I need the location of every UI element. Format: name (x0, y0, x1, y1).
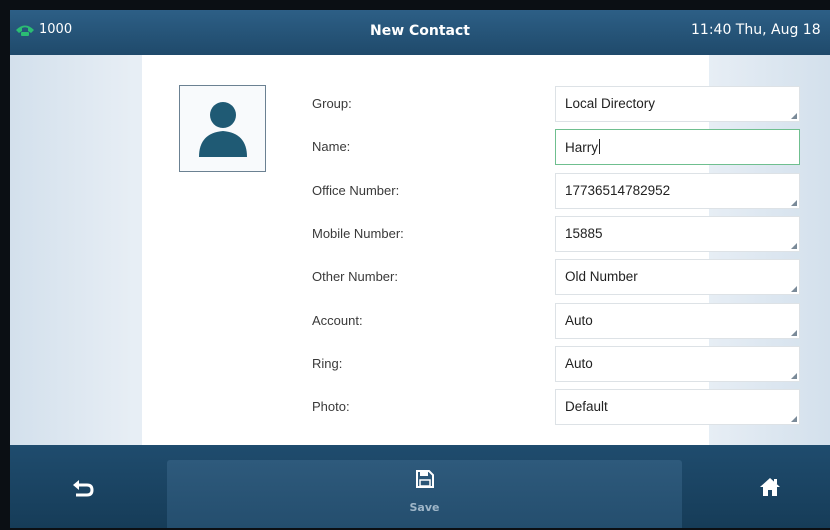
mobile-number-value: 15885 (565, 226, 603, 241)
office-number-value: 17736514782952 (565, 183, 671, 198)
form-row-office-number: Office Number: 17736514782952 (312, 173, 800, 209)
account-select[interactable]: Auto (555, 303, 800, 339)
form-row-other-number: Other Number: Old Number (312, 259, 800, 295)
clock: 11:40 Thu, Aug 18 (691, 22, 821, 38)
name-input[interactable]: Harry (555, 129, 800, 165)
text-cursor (599, 139, 600, 154)
back-button[interactable] (65, 473, 101, 503)
ring-select[interactable]: Auto (555, 346, 800, 382)
field-corner-icon (791, 286, 797, 292)
office-number-label: Office Number: (312, 183, 400, 198)
save-label: Save (409, 501, 440, 514)
contact-photo[interactable] (179, 85, 266, 172)
form-row-photo: Photo: Default (312, 389, 800, 425)
save-button[interactable]: Save (167, 460, 682, 528)
form-row-mobile-number: Mobile Number: 15885 (312, 216, 800, 252)
name-label: Name: (312, 139, 351, 154)
phone-screen: 1000 New Contact 11:40 Thu, Aug 18 Group… (10, 10, 830, 528)
photo-value: Default (565, 399, 608, 414)
home-button[interactable] (752, 471, 788, 503)
form-row-account: Account: Auto (312, 303, 800, 339)
person-silhouette-icon (199, 102, 247, 157)
group-label: Group: (312, 96, 352, 111)
form-row-group: Group: Local Directory (312, 86, 800, 122)
account-value: Auto (565, 313, 593, 328)
content-area: Group: Local Directory Name: Harry Offic… (10, 55, 830, 445)
group-value: Local Directory (565, 96, 656, 111)
dropdown-corner-icon (791, 373, 797, 379)
other-number-label: Other Number: (312, 269, 398, 284)
field-corner-icon (791, 243, 797, 249)
ring-value: Auto (565, 356, 593, 371)
ring-label: Ring: (312, 356, 343, 371)
photo-label: Photo: (312, 399, 350, 414)
mobile-number-label: Mobile Number: (312, 226, 404, 241)
field-corner-icon (791, 200, 797, 206)
mobile-number-input[interactable]: 15885 (555, 216, 800, 252)
back-arrow-icon (73, 480, 94, 497)
status-bar: 1000 New Contact 11:40 Thu, Aug 18 (10, 10, 830, 55)
home-icon (760, 478, 780, 496)
office-number-input[interactable]: 17736514782952 (555, 173, 800, 209)
dropdown-corner-icon (791, 113, 797, 119)
other-number-value: Old Number (565, 269, 638, 284)
contact-form-panel: Group: Local Directory Name: Harry Offic… (142, 55, 800, 445)
floppy-disk-icon (416, 470, 434, 488)
softkey-bar: Save (10, 445, 830, 528)
dropdown-corner-icon (791, 416, 797, 422)
other-number-input[interactable]: Old Number (555, 259, 800, 295)
group-select[interactable]: Local Directory (555, 86, 800, 122)
account-label: Account: (312, 313, 363, 328)
form-row-ring: Ring: Auto (312, 346, 800, 382)
form-row-name: Name: Harry (312, 129, 800, 165)
dropdown-corner-icon (791, 330, 797, 336)
name-value: Harry (565, 140, 598, 155)
photo-select[interactable]: Default (555, 389, 800, 425)
